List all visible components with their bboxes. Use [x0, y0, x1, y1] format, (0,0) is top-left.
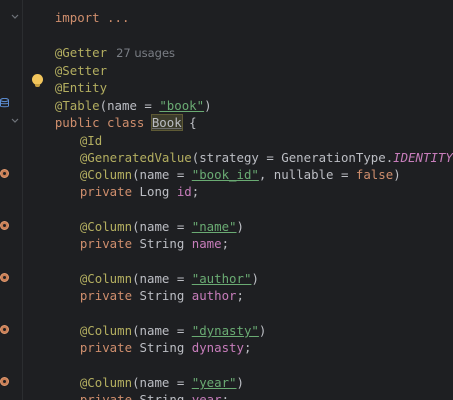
keyword: private [79, 236, 140, 251]
code-line[interactable]: private String name; [50, 217, 229, 251]
code-text: , nullable = [258, 167, 356, 182]
fold-chevron-icon[interactable] [11, 13, 19, 21]
keyword: private [79, 392, 140, 400]
code-text: { [181, 115, 197, 130]
code-text: ; [221, 392, 230, 400]
field-name: dynasty [191, 340, 244, 355]
code-line[interactable]: @Getter 27 usages [25, 26, 175, 60]
type-name: Long [139, 184, 177, 199]
type-name: String [139, 236, 192, 251]
code-line[interactable]: private Long id; [50, 165, 199, 199]
usages-hint[interactable]: 27 usages [116, 46, 175, 60]
code-line[interactable]: public class Book { [25, 96, 197, 131]
code-text: ) [258, 323, 267, 338]
type-name: String [139, 392, 192, 400]
field-gutter-icon[interactable] [0, 221, 9, 230]
keyword: private [79, 184, 140, 199]
field-gutter-icon[interactable] [0, 377, 9, 386]
enum-constant: IDENTITY [393, 150, 453, 165]
import-fold[interactable]: import ... [55, 10, 130, 25]
field-gutter-icon[interactable] [0, 273, 9, 282]
database-icon[interactable] [0, 98, 9, 108]
lightbulb-icon[interactable] [32, 74, 43, 87]
code-line[interactable]: @Column(name = "name") [50, 200, 244, 234]
code-line[interactable]: @Setter [25, 44, 107, 78]
code-line[interactable]: @Column(name = "author") [50, 252, 259, 286]
code-line[interactable]: private String dynasty; [50, 321, 252, 355]
code-text: ) [236, 375, 244, 390]
field-name: year [191, 392, 222, 400]
code-line[interactable]: private String year; [50, 373, 229, 400]
code-editor[interactable]: import ... @Getter 27 usages @Setter @Ent… [0, 0, 453, 400]
editor-gutter[interactable] [0, 0, 23, 400]
code-text: ) [393, 167, 401, 182]
field-gutter-icon[interactable] [0, 169, 9, 178]
code-text: ) [251, 271, 259, 286]
code-line[interactable]: import ... [25, 0, 130, 25]
code-line[interactable]: @Table(name = "book") [25, 79, 212, 113]
field-name: id [176, 184, 192, 199]
code-text: ) [236, 219, 244, 234]
code-text: ; [243, 340, 252, 355]
code-text: ; [236, 288, 244, 303]
fold-chevron-icon[interactable] [11, 117, 19, 125]
field-gutter-icon[interactable] [0, 325, 9, 334]
keyword: private [79, 340, 140, 355]
code-text: ) [204, 98, 212, 113]
code-line[interactable]: @GeneratedValue(strategy = GenerationTyp… [50, 131, 453, 165]
code-line[interactable]: @Column(name = "year") [50, 356, 244, 390]
type-name: String [139, 340, 192, 355]
code-line[interactable]: @Column(name = "book_id", nullable = fal… [50, 148, 401, 182]
class-name: Book [150, 114, 183, 131]
code-line[interactable]: @Id [50, 114, 102, 148]
type-name: String [139, 288, 192, 303]
code-line[interactable]: @Column(name = "dynasty") [50, 304, 267, 338]
keyword: false [355, 167, 394, 182]
string-literal: "book_id" [191, 167, 259, 182]
field-name: author [191, 288, 237, 303]
field-name: name [191, 236, 222, 251]
code-text: ; [221, 236, 230, 251]
keyword: private [79, 288, 140, 303]
code-line[interactable]: private String author; [50, 269, 244, 303]
code-text: ; [191, 184, 200, 199]
